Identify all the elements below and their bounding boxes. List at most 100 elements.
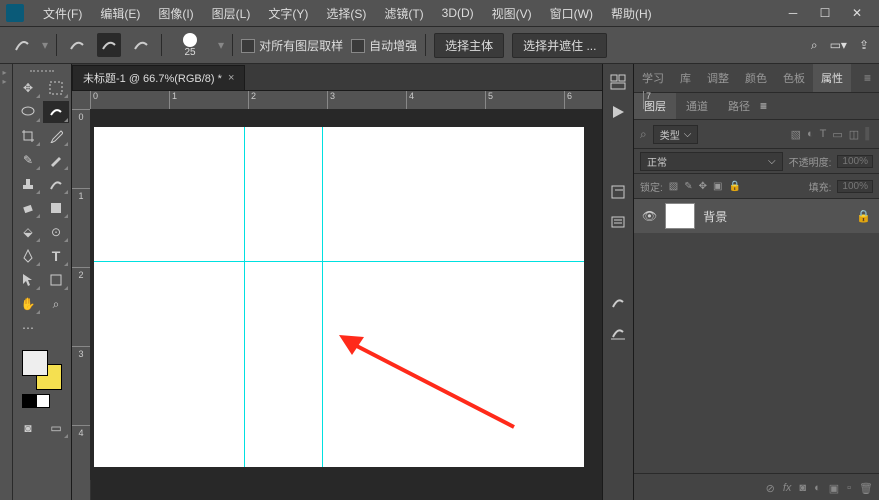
color-swatches[interactable] <box>22 350 62 390</box>
window-maximize-button[interactable]: ☐ <box>811 4 839 22</box>
trash-icon[interactable]: 🗑 <box>859 482 873 495</box>
panel-menu-icon[interactable]: ≡ <box>856 71 879 85</box>
adjustment-icon[interactable]: ◐ <box>814 482 821 494</box>
brush-preview[interactable]: 25 <box>170 31 210 59</box>
lock-paint-icon[interactable]: ✎ <box>684 181 692 192</box>
mask-icon[interactable]: ◙ <box>799 482 806 494</box>
eraser-tool[interactable] <box>15 197 41 219</box>
canvas[interactable] <box>94 127 584 467</box>
menu-edit[interactable]: 编辑(E) <box>91 5 149 22</box>
menu-help[interactable]: 帮助(H) <box>602 5 661 22</box>
menu-layer[interactable]: 图层(L) <box>203 5 260 22</box>
type-tool[interactable]: T <box>43 245 69 267</box>
pen-tool[interactable] <box>15 245 41 267</box>
menu-file[interactable]: 文件(F) <box>34 5 91 22</box>
sample-all-layers-checkbox[interactable]: 对所有图层取样 <box>241 37 343 54</box>
document-tab[interactable]: 未标题-1 @ 66.7%(RGB/8) * × <box>72 65 245 90</box>
tab-paths[interactable]: 路径 <box>718 93 760 119</box>
quick-select-tool[interactable] <box>43 101 69 123</box>
ruler-origin[interactable] <box>72 91 91 110</box>
brush-panel-icon[interactable] <box>608 292 628 312</box>
guide-horizontal[interactable] <box>94 261 584 262</box>
menu-view[interactable]: 视图(V) <box>483 5 541 22</box>
guide-vertical[interactable] <box>322 127 323 467</box>
select-subject-button[interactable]: 选择主体 <box>434 33 504 58</box>
opacity-field[interactable]: 100% <box>837 155 873 168</box>
stamp-tool[interactable] <box>15 173 41 195</box>
window-minimize-button[interactable]: ─ <box>779 4 807 22</box>
group-icon[interactable]: ▣ <box>829 482 839 495</box>
filter-pixel-icon[interactable]: ▧ <box>791 128 801 141</box>
layer-name[interactable]: 背景 <box>703 208 727 225</box>
filter-type-icon[interactable]: T <box>820 128 827 141</box>
history-brush-tool[interactable] <box>43 173 69 195</box>
blend-mode-dropdown[interactable]: 正常⌵ <box>640 152 783 171</box>
close-tab-icon[interactable]: × <box>228 72 234 84</box>
filter-toggle-icon[interactable]: ▌ <box>865 128 873 141</box>
auto-enhance-checkbox[interactable]: 自动增强 <box>351 37 417 54</box>
filter-shape-icon[interactable]: ▭ <box>832 128 842 141</box>
zoom-tool[interactable]: ⌕ <box>43 293 69 315</box>
canvas-viewport[interactable] <box>90 109 602 480</box>
blur-tool[interactable]: ⬙ <box>15 221 41 243</box>
intersect-selection-icon[interactable] <box>129 33 153 57</box>
screen-mode-icon[interactable]: ▭ <box>43 417 69 439</box>
panel-menu-icon[interactable]: ≡ <box>760 99 767 113</box>
move-tool[interactable]: ✥ <box>15 77 41 99</box>
workspace-icon[interactable]: ▭▾ <box>830 38 847 53</box>
shape-tool[interactable] <box>43 269 69 291</box>
menu-filter[interactable]: 滤镜(T) <box>375 5 432 22</box>
vertical-ruler[interactable]: 01 23 4 <box>72 109 91 500</box>
lock-all-icon[interactable]: 🔒 <box>728 181 740 192</box>
new-layer-icon[interactable]: ▫ <box>847 482 851 494</box>
menu-type[interactable]: 文字(Y) <box>259 5 317 22</box>
healing-tool[interactable]: ✎ <box>15 149 41 171</box>
lock-position-icon[interactable]: ✥ <box>699 181 707 192</box>
tab-learn[interactable]: 学习 <box>634 64 672 92</box>
info-panel-icon[interactable] <box>608 212 628 232</box>
hand-tool[interactable]: ✋ <box>15 293 41 315</box>
guide-vertical[interactable] <box>244 127 245 467</box>
toolbar-collapse-strip[interactable]: ▸▸ <box>0 64 13 500</box>
brush-settings-icon[interactable] <box>608 322 628 342</box>
select-and-mask-button[interactable]: 选择并遮住 ... <box>512 33 607 58</box>
menu-3d[interactable]: 3D(D) <box>433 6 483 20</box>
menu-window[interactable]: 窗口(W) <box>541 5 602 22</box>
tab-adjust[interactable]: 调整 <box>699 64 737 92</box>
horizontal-ruler[interactable]: 01 23 45 67 <box>90 91 602 110</box>
quick-mask-icon[interactable]: ◙ <box>15 417 41 439</box>
menu-image[interactable]: 图像(I) <box>149 5 202 22</box>
arrange-icon[interactable] <box>608 72 628 92</box>
path-select-tool[interactable] <box>15 269 41 291</box>
tool-preset-icon[interactable] <box>10 33 34 57</box>
lock-icon[interactable]: 🔒 <box>856 209 871 223</box>
edit-toolbar[interactable]: ⋯ <box>15 317 41 339</box>
subtract-selection-icon[interactable] <box>97 33 121 57</box>
lock-pixels-icon[interactable]: ▧ <box>669 181 678 192</box>
add-selection-icon[interactable] <box>65 33 89 57</box>
lasso-tool[interactable] <box>15 101 41 123</box>
tab-library[interactable]: 库 <box>672 64 699 92</box>
layer-thumbnail[interactable] <box>665 203 695 229</box>
eyedropper-tool[interactable] <box>43 125 69 147</box>
history-panel-icon[interactable] <box>608 182 628 202</box>
foreground-color-swatch[interactable] <box>22 350 48 376</box>
tab-swatches[interactable]: 色板 <box>775 64 813 92</box>
tab-properties[interactable]: 属性 <box>813 64 851 92</box>
tab-color[interactable]: 颜色 <box>737 64 775 92</box>
share-icon[interactable]: ⇪ <box>859 38 869 53</box>
link-layers-icon[interactable]: ⊘ <box>766 482 775 495</box>
marquee-tool[interactable] <box>43 77 69 99</box>
lock-artboard-icon[interactable]: ▣ <box>713 181 722 192</box>
dodge-tool[interactable]: ⊙ <box>43 221 69 243</box>
menu-select[interactable]: 选择(S) <box>317 5 375 22</box>
search-icon[interactable]: ⌕ <box>811 38 818 53</box>
fx-icon[interactable]: fx <box>783 482 792 494</box>
fill-field[interactable]: 100% <box>837 180 873 193</box>
brush-tool[interactable] <box>43 149 69 171</box>
default-colors-icon[interactable] <box>22 394 62 408</box>
crop-tool[interactable] <box>15 125 41 147</box>
filter-kind-dropdown[interactable]: 类型 ⌵ <box>653 125 699 144</box>
filter-adjust-icon[interactable]: ◐ <box>807 128 814 141</box>
visibility-toggle-icon[interactable]: 👁 <box>642 209 657 223</box>
